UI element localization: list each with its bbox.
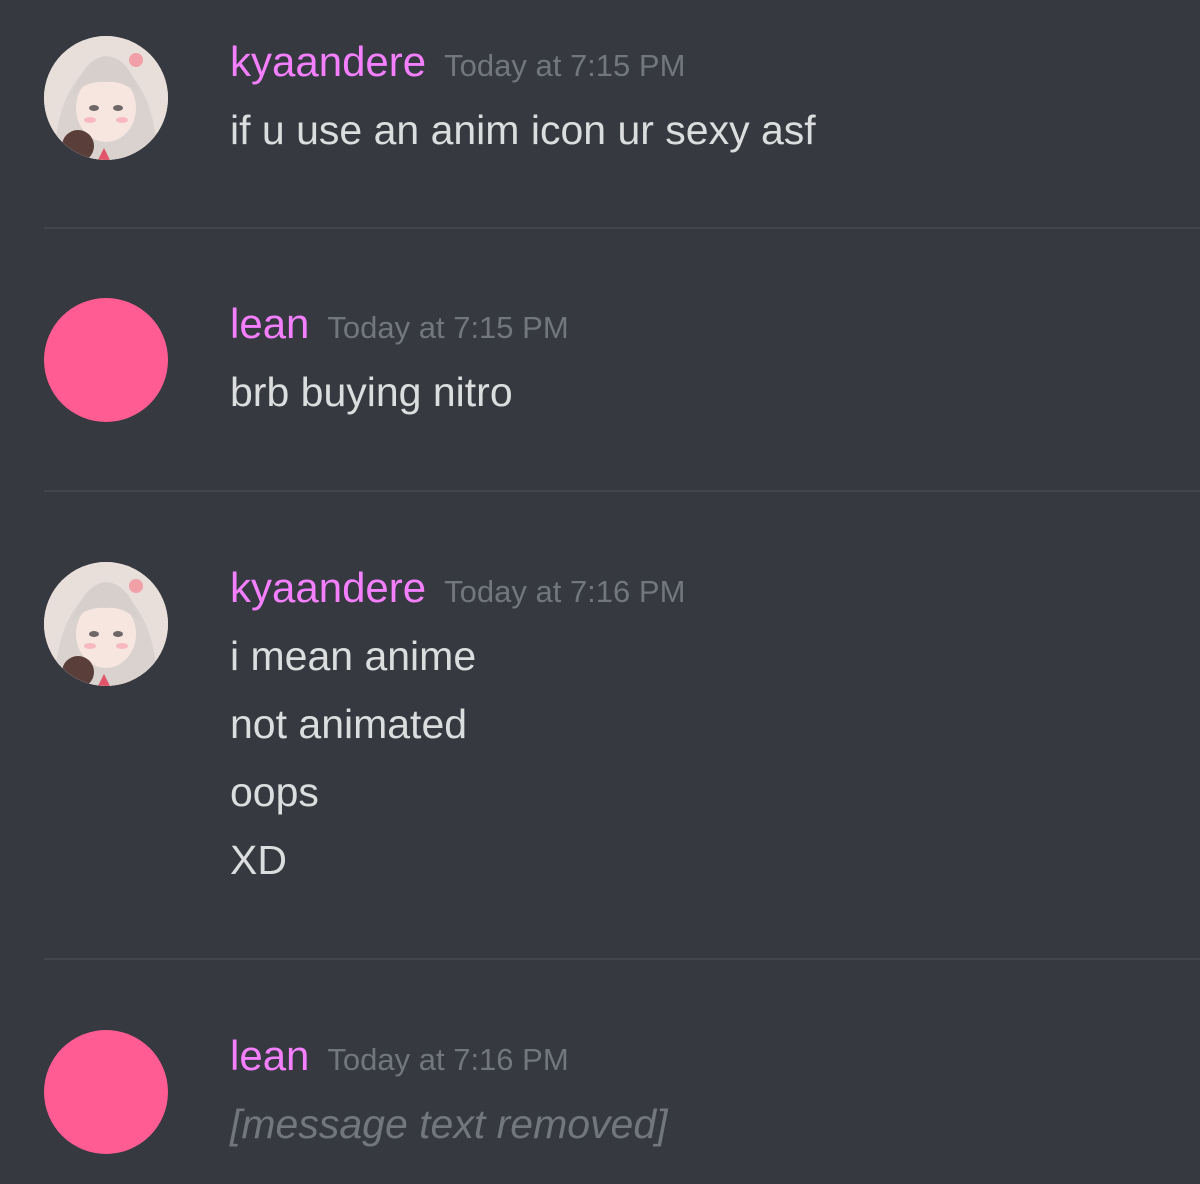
avatar[interactable] <box>44 36 168 160</box>
message-body: if u use an anim icon ur sexy asf <box>230 96 816 164</box>
anime-girl-avatar-icon <box>44 36 168 160</box>
divider <box>44 227 1200 229</box>
divider <box>44 958 1200 960</box>
anime-girl-avatar-icon <box>44 562 168 686</box>
username[interactable]: kyaandere <box>230 38 426 86</box>
timestamp: Today at 7:15 PM <box>327 310 569 345</box>
username[interactable]: lean <box>230 1032 309 1080</box>
message-line: not animated <box>230 701 468 747</box>
message-line: [message text removed] <box>230 1101 668 1147</box>
timestamp: Today at 7:16 PM <box>444 574 686 609</box>
message-line: XD <box>230 837 287 883</box>
message-body: [message text removed] <box>230 1090 668 1158</box>
avatar[interactable] <box>44 1030 168 1154</box>
divider <box>44 490 1200 492</box>
chat-window: { "messages": [ { "username": "kyaandere… <box>0 0 1200 1184</box>
username[interactable]: kyaandere <box>230 564 426 612</box>
message-header: kyaandere Today at 7:16 PM <box>230 564 685 616</box>
message-header: lean Today at 7:16 PM <box>230 1032 569 1084</box>
timestamp: Today at 7:15 PM <box>444 48 686 83</box>
message-line: if u use an anim icon ur sexy asf <box>230 107 816 153</box>
message-line: oops <box>230 769 319 815</box>
message-header: lean Today at 7:15 PM <box>230 300 569 352</box>
message-header: kyaandere Today at 7:15 PM <box>230 38 685 90</box>
avatar[interactable] <box>44 298 168 422</box>
message-body: brb buying nitro <box>230 358 513 426</box>
message-line: i mean anime <box>230 633 477 679</box>
avatar[interactable] <box>44 562 168 686</box>
message-line: brb buying nitro <box>230 369 513 415</box>
timestamp: Today at 7:16 PM <box>327 1042 569 1077</box>
message-body: i mean anime not animated oops XD <box>230 622 476 894</box>
username[interactable]: lean <box>230 300 309 348</box>
